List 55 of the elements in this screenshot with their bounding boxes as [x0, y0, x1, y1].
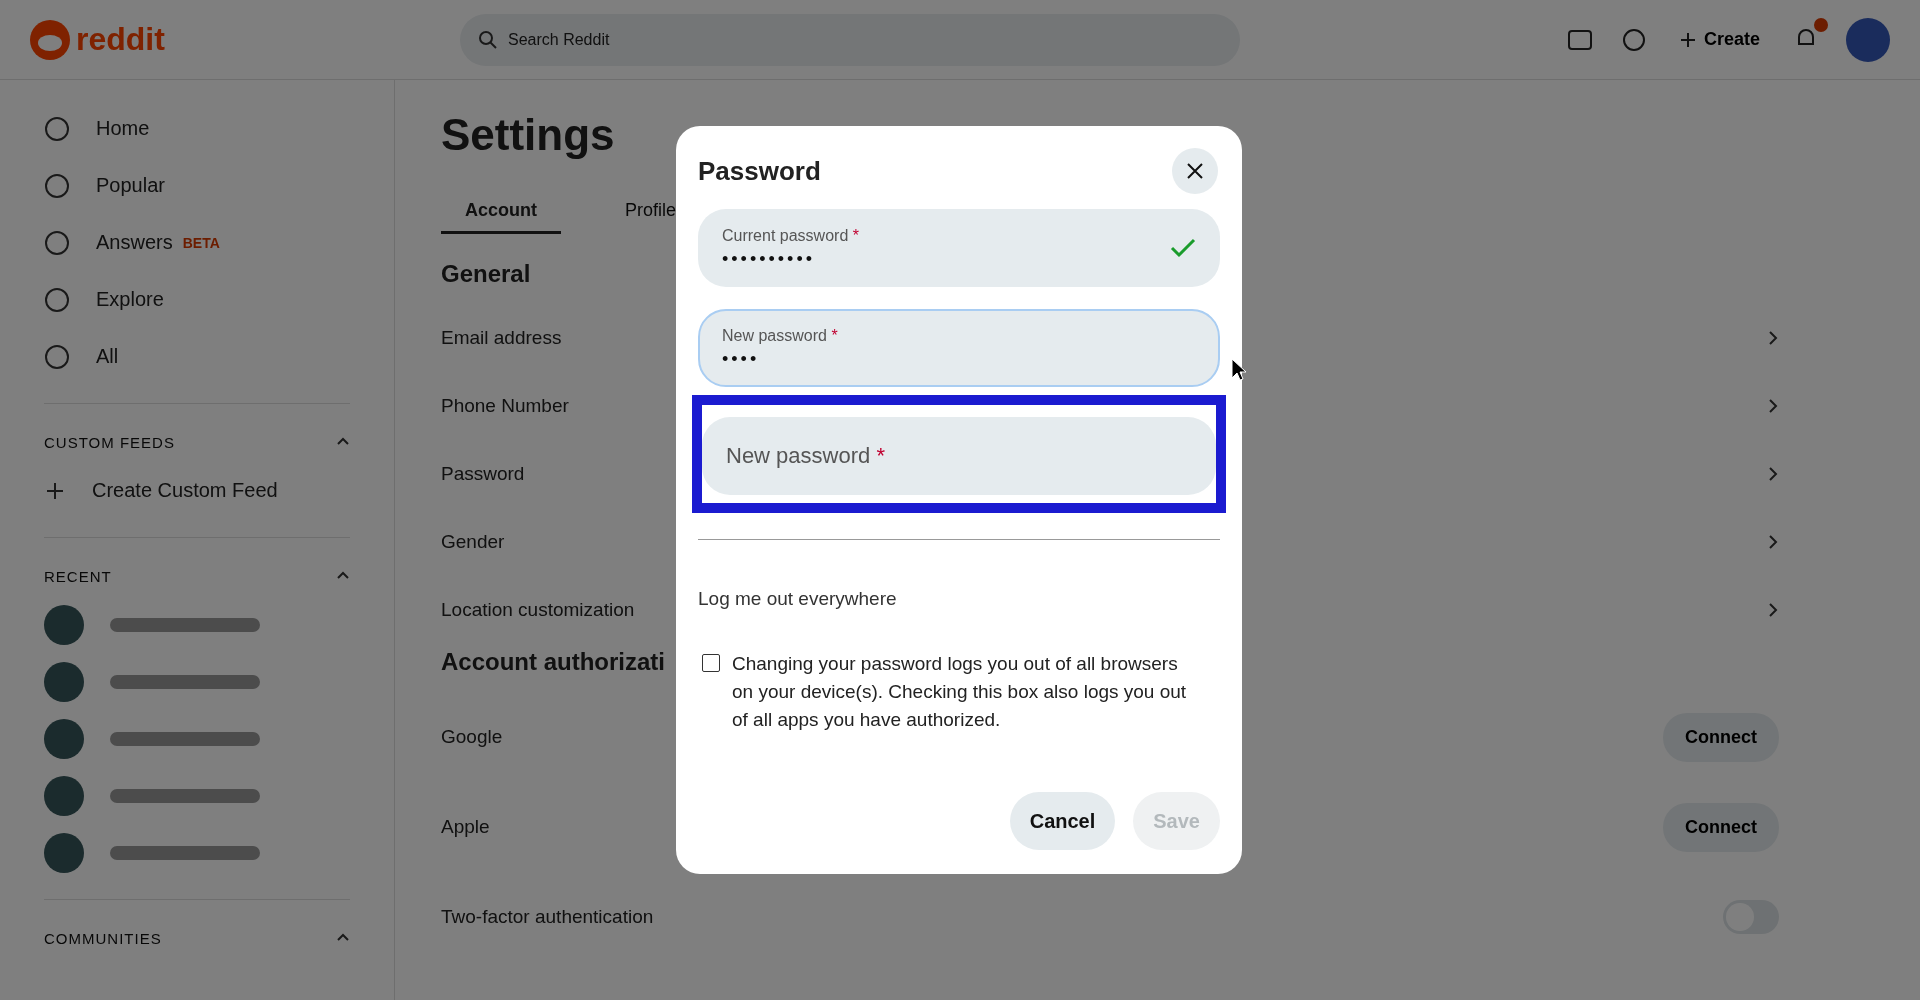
sidebar-item[interactable]: Popular [44, 157, 350, 214]
logo-text: reddit [76, 21, 165, 58]
nav-icon [44, 115, 70, 142]
setting-label: Location customization [441, 599, 635, 621]
beta-label: BETA [182, 234, 220, 251]
nav-icon [44, 172, 70, 199]
sidebar-item[interactable]: Explore [44, 271, 350, 328]
setting-label: Email address [441, 327, 562, 349]
setting-label: Google [441, 726, 503, 748]
setting-label: Apple [441, 816, 490, 838]
setting-label: Password [441, 463, 525, 485]
setting-label: Gender [441, 531, 505, 553]
sidebar-item[interactable]: Home [44, 100, 350, 157]
close-button[interactable] [1172, 148, 1218, 194]
section-heading: General [441, 260, 531, 288]
nav-icon [44, 286, 70, 313]
section-title: CUSTOM FEEDS [44, 433, 175, 451]
sidebar-item[interactable]: Answers BETA [44, 214, 350, 271]
create-button[interactable]: Create [1673, 28, 1766, 51]
nav-icon [44, 343, 70, 370]
avatar[interactable] [1846, 17, 1890, 62]
search-field[interactable]: Search Reddit [460, 13, 1240, 66]
community-avatar [44, 775, 84, 816]
section-title: RECENT [44, 567, 112, 585]
chevron-right-icon[interactable] [1767, 398, 1779, 414]
community-avatar [44, 661, 84, 702]
connect-button[interactable]: Connect [1663, 712, 1779, 762]
search-icon [478, 29, 498, 50]
section-heading: Account authorizati [441, 648, 665, 676]
dialog-button[interactable]: Cancel [1009, 792, 1116, 850]
nav-icon [44, 229, 70, 256]
sidebar-item[interactable]: Create Custom Feed [44, 462, 350, 519]
section-title: COMMUNITIES [44, 929, 162, 947]
chevron-right-icon[interactable] [1767, 466, 1779, 482]
password-field[interactable]: New password * [702, 417, 1216, 495]
setting-label: Phone Number [441, 395, 569, 417]
checkbox[interactable] [702, 654, 720, 672]
page-title: Settings [441, 110, 616, 160]
password-field[interactable]: Current password * •••••••••• [698, 209, 1220, 287]
chevron-right-icon[interactable] [1767, 602, 1779, 618]
logo-icon [30, 19, 70, 60]
section-title: Log me out everywhere [698, 588, 898, 610]
dialog-title: Password [698, 155, 821, 187]
community-avatar [44, 718, 84, 759]
close-icon [1186, 162, 1204, 180]
community-avatar [44, 832, 84, 873]
sidebar-item[interactable]: All [44, 328, 350, 385]
tab[interactable]: Account [441, 190, 561, 234]
setting-label: Two-factor authentication [441, 906, 654, 928]
password-field[interactable]: New password * •••• [698, 309, 1220, 387]
chevron-right-icon[interactable] [1767, 534, 1779, 550]
connect-button[interactable]: Connect [1663, 802, 1779, 852]
checkbox-label: Changing your password logs you out of all browsers on your device(s). Checking this box also logs you out of all apps you have authorized. [732, 652, 1188, 732]
chevron-right-icon[interactable] [1767, 330, 1779, 346]
plus-icon [1679, 31, 1696, 48]
